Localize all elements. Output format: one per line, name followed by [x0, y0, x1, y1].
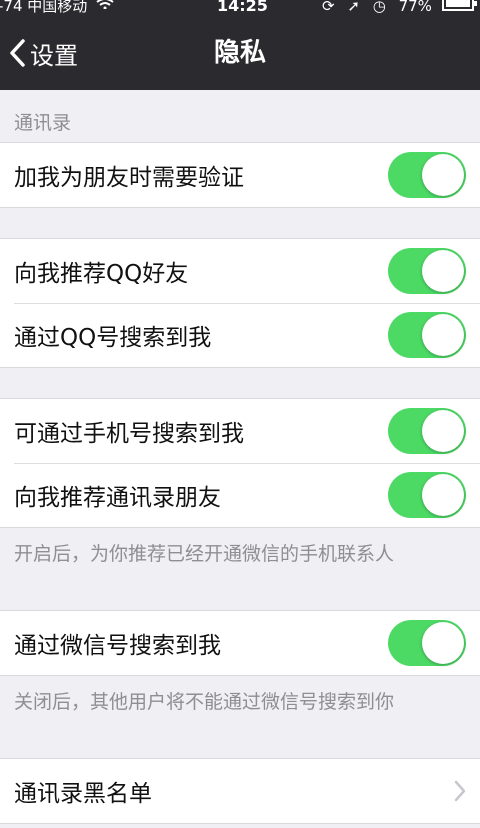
carrier-label: -74 中国移动 — [0, 0, 88, 15]
settings-group-wechat-id: 通过微信号搜索到我 — [0, 610, 480, 676]
settings-group-blacklist: 通讯录黑名单 — [0, 758, 480, 824]
alarm-icon: ◷ — [372, 0, 386, 15]
clock: 14:25 — [217, 0, 268, 15]
rotation-lock-icon: ⟳ — [322, 0, 335, 15]
wechat-id-footnote: 关闭后，其他用户将不能通过微信号搜索到你 — [14, 691, 395, 713]
setting-row-search-by-wechat: 通过微信号搜索到我 — [0, 611, 480, 675]
page-title: 隐私 — [213, 38, 266, 68]
setting-row-recommend-qq: 向我推荐QQ好友 — [0, 239, 480, 303]
battery-percent: 77% — [398, 0, 432, 15]
recommend-contacts-toggle[interactable] — [388, 472, 466, 518]
setting-row-recommend-contacts: 向我推荐通讯录朋友 — [0, 463, 480, 527]
search-by-qq-toggle[interactable] — [388, 312, 466, 358]
setting-label: 加我为朋友时需要验证 — [14, 165, 244, 191]
search-by-wechat-toggle[interactable] — [388, 620, 466, 666]
setting-label: 通过QQ号搜索到我 — [14, 325, 212, 351]
location-icon: ➚ — [347, 0, 360, 15]
recommend-qq-toggle[interactable] — [388, 248, 466, 294]
carrier-signal: -74 中国移动 — [0, 0, 114, 15]
settings-group-verify: 加我为朋友时需要验证 — [0, 142, 480, 208]
section-header-contacts: 通讯录 — [14, 112, 72, 134]
navigation-bar: 设置 隐私 — [0, 16, 480, 90]
contacts-blacklist-row[interactable]: 通讯录黑名单 — [0, 759, 480, 823]
setting-label: 向我推荐通讯录朋友 — [14, 485, 221, 511]
setting-row-search-by-qq: 通过QQ号搜索到我 — [0, 303, 480, 367]
status-icons: ⟳ ➚ ◷ 77% — [322, 0, 440, 15]
search-by-phone-toggle[interactable] — [388, 408, 466, 454]
status-bar: -74 中国移动 14:25 ⟳ ➚ ◷ 77% — [0, 0, 480, 16]
chevron-right-icon — [454, 780, 466, 802]
contacts-footnote: 开启后，为你推荐已经开通微信的手机联系人 — [14, 543, 395, 565]
settings-group-phone: 可通过手机号搜索到我 向我推荐通讯录朋友 — [0, 398, 480, 528]
setting-row-search-by-phone: 可通过手机号搜索到我 — [0, 399, 480, 463]
verify-friend-toggle[interactable] — [388, 152, 466, 198]
settings-group-qq: 向我推荐QQ好友 通过QQ号搜索到我 — [0, 238, 480, 368]
setting-label: 可通过手机号搜索到我 — [14, 421, 244, 447]
setting-row-verify-friend: 加我为朋友时需要验证 — [0, 143, 480, 207]
wifi-icon — [96, 0, 114, 9]
setting-label: 通讯录黑名单 — [14, 781, 152, 807]
setting-label: 向我推荐QQ好友 — [14, 261, 189, 287]
battery-icon — [442, 0, 477, 11]
setting-label: 通过微信号搜索到我 — [14, 633, 221, 659]
